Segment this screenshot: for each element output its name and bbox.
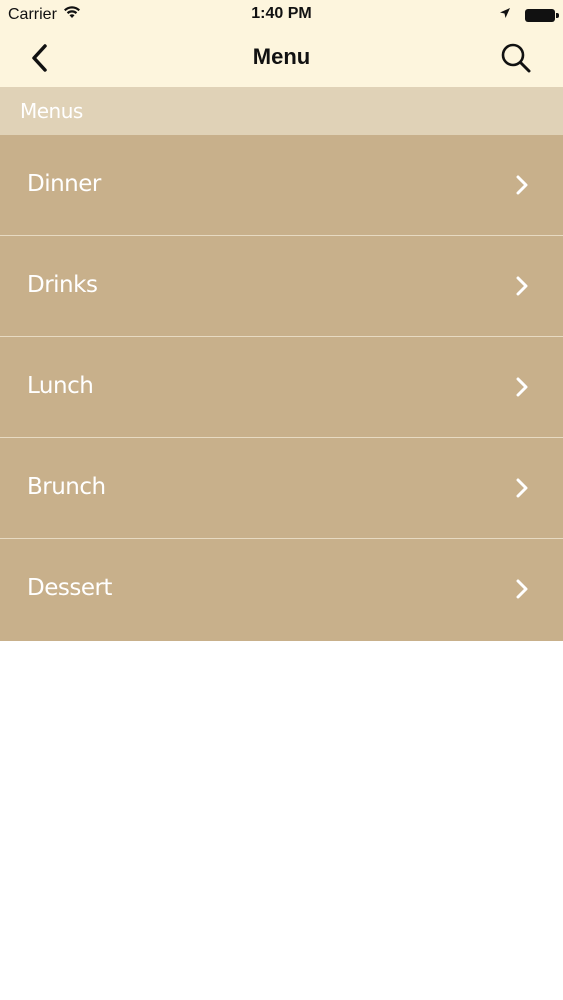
- search-icon: [501, 43, 531, 73]
- menu-item-dessert[interactable]: Dessert: [0, 539, 563, 641]
- status-time: 1:40 PM: [251, 5, 312, 22]
- menu-item-label: Brunch: [27, 474, 106, 500]
- status-bar: Carrier 1:40 PM: [0, 0, 563, 30]
- menu-item-label: Dessert: [27, 575, 112, 601]
- chevron-right-icon: [516, 175, 528, 195]
- page-title: Menu: [252, 44, 311, 69]
- status-right: [499, 6, 559, 24]
- navigation-bar: Menu: [0, 30, 563, 87]
- section-header-label: Menus: [20, 99, 83, 123]
- battery-icon: [525, 8, 559, 22]
- menu-item-label: Drinks: [27, 272, 98, 298]
- location-arrow-icon: [499, 6, 511, 24]
- section-header: Menus: [0, 87, 563, 135]
- menu-item-label: Lunch: [27, 373, 94, 399]
- menu-item-dinner[interactable]: Dinner: [0, 135, 563, 236]
- chevron-right-icon: [516, 276, 528, 296]
- menu-item-drinks[interactable]: Drinks: [0, 236, 563, 337]
- menu-item-label: Dinner: [27, 171, 101, 197]
- menu-list: Dinner Drinks Lunch Brunch Dessert: [0, 135, 563, 641]
- app-screen: Carrier 1:40 PM Menu Menus Dinner Drinks…: [0, 0, 563, 1000]
- chevron-right-icon: [516, 579, 528, 599]
- search-button[interactable]: [499, 41, 533, 75]
- chevron-right-icon: [516, 377, 528, 397]
- menu-item-lunch[interactable]: Lunch: [0, 337, 563, 438]
- menu-item-brunch[interactable]: Brunch: [0, 438, 563, 539]
- chevron-right-icon: [516, 478, 528, 498]
